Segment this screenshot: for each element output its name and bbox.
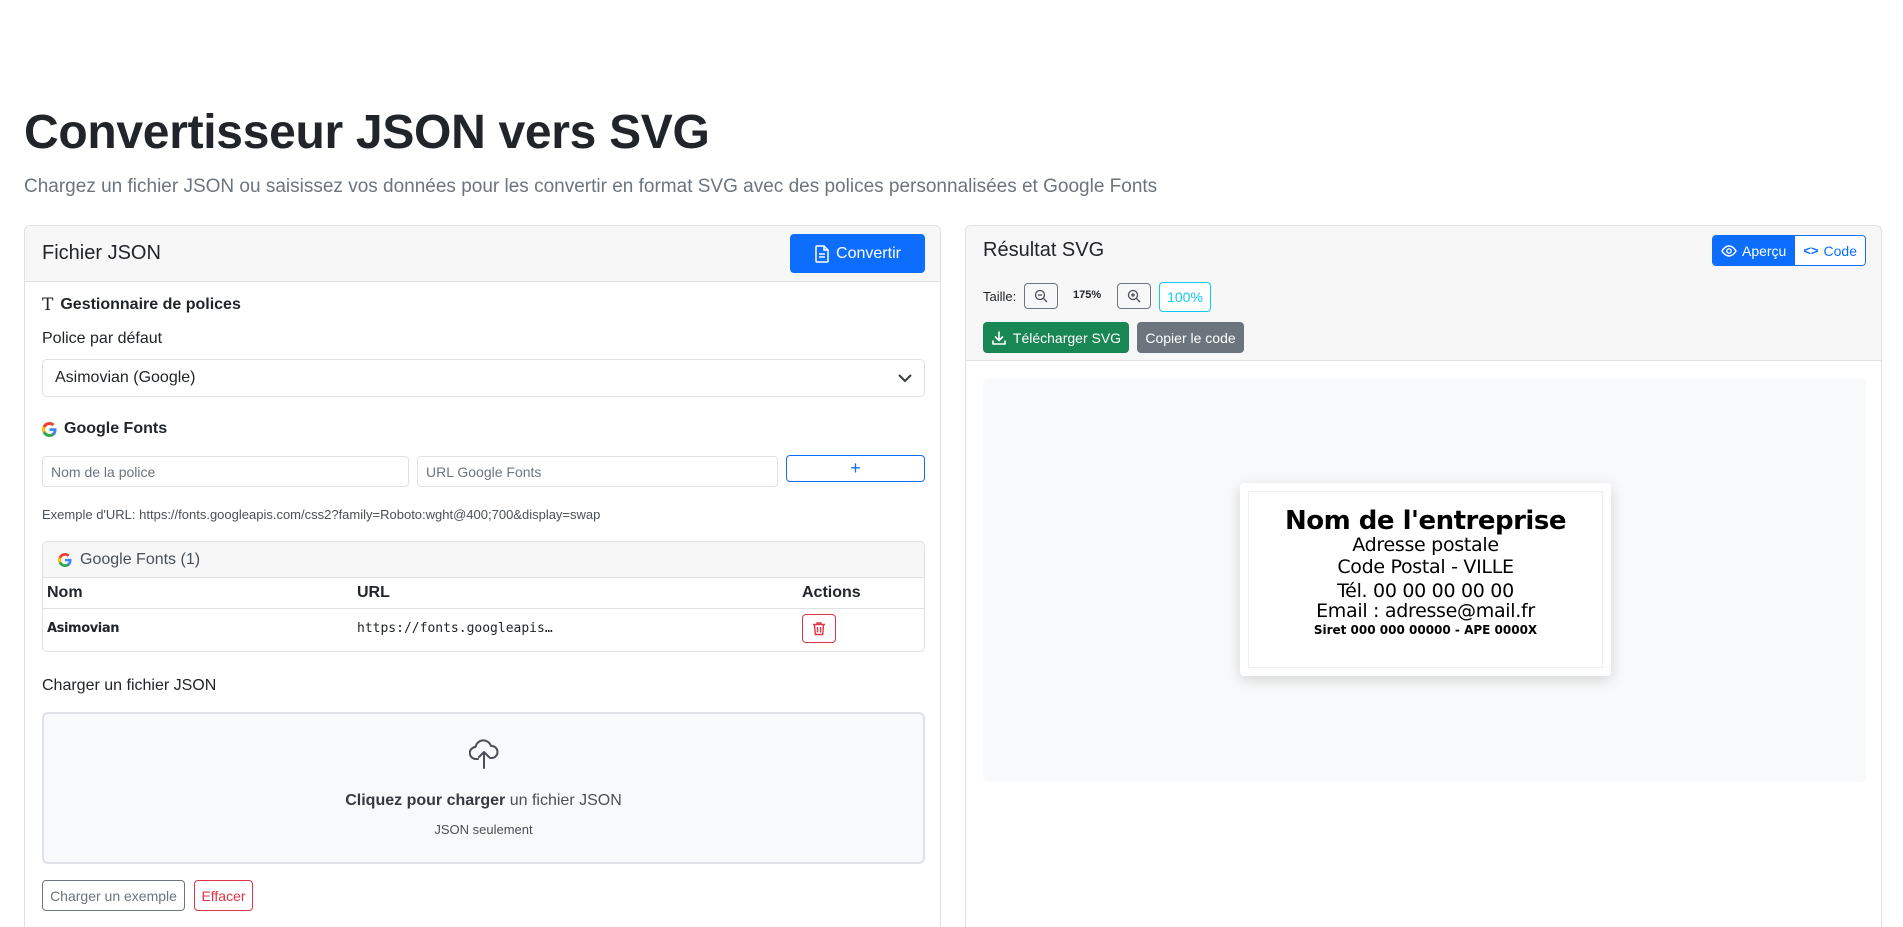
convert-button[interactable]: Convertir — [790, 234, 925, 273]
json-file-card: Fichier JSON Convertir T Gestionnaire de… — [24, 225, 941, 927]
download-icon — [992, 330, 1006, 345]
code-tab-label: Code — [1823, 242, 1857, 259]
font-manager-title: T Gestionnaire de polices — [42, 295, 241, 315]
svg-result-card-header: Résultat SVG Aperçu <> Code Taille: 175% — [966, 226, 1881, 361]
preview-tab[interactable]: Aperçu — [1712, 236, 1795, 265]
svg-email: Email : adresse@mail.fr — [1316, 600, 1535, 622]
upload-label: Charger un fichier JSON — [42, 677, 217, 694]
eye-icon — [1721, 244, 1737, 257]
zoom-out-button[interactable] — [1024, 283, 1058, 309]
svg-result-title: Résultat SVG — [983, 239, 1105, 261]
svg-result-card: Résultat SVG Aperçu <> Code Taille: 175% — [965, 225, 1882, 927]
url-example-hint: Exemple d'URL: https://fonts.googleapis.… — [42, 507, 601, 522]
load-example-button[interactable]: Charger un exemple — [42, 880, 185, 911]
cloud-upload-icon — [469, 739, 499, 769]
preview-tab-label: Aperçu — [1741, 242, 1787, 259]
document-icon — [815, 244, 829, 263]
zoom-reset-button[interactable]: 100% — [1159, 282, 1211, 312]
table-row: Asimovian https://fonts.googleapis… — [43, 609, 924, 649]
google-fonts-count: Google Fonts (1) — [80, 550, 201, 568]
dropzone-bold-text: Cliquez pour charger — [345, 792, 506, 809]
svg-address: Adresse postale — [1352, 534, 1499, 556]
dropzone-plain-text: un fichier JSON — [509, 792, 622, 809]
page-title: Convertisseur JSON vers SVG — [24, 106, 710, 159]
font-actions-cell — [798, 609, 924, 649]
fonts-table: Nom URL Actions Asimovian https://fonts.… — [43, 578, 924, 648]
download-svg-button[interactable]: Télécharger SVG — [983, 322, 1129, 353]
zoom-out-icon — [1034, 289, 1048, 303]
font-url-input[interactable]: URL Google Fonts — [417, 456, 778, 487]
size-label: Taille: — [983, 289, 1017, 304]
view-toggle: Aperçu <> Code — [1711, 235, 1866, 266]
default-font-select[interactable]: Asimovian (Google) — [42, 359, 925, 397]
default-font-label: Police par défaut — [42, 330, 163, 347]
trash-icon — [813, 622, 825, 636]
google-fonts-title: Google Fonts — [42, 420, 167, 438]
download-svg-label: Télécharger SVG — [1012, 329, 1122, 346]
svg-company-name: Nom de l'entreprise — [1285, 506, 1566, 536]
google-fonts-list-header: Google Fonts (1) — [43, 542, 924, 578]
dropzone-text: Cliquez pour charger un fichier JSON — [44, 792, 923, 810]
font-type-icon: T — [42, 295, 54, 315]
svg-siret: Siret 000 000 00000 - APE 0000X — [1313, 623, 1538, 637]
column-header: URL — [353, 578, 798, 609]
svg-preview-area: Nom de l'entreprise Adresse postale Code… — [983, 378, 1866, 782]
code-tab[interactable]: <> Code — [1794, 236, 1865, 265]
column-header: Actions — [798, 578, 924, 609]
dropzone-subtext: JSON seulement — [434, 822, 533, 837]
google-icon — [42, 421, 57, 437]
chevron-down-icon — [898, 373, 912, 382]
font-name-input[interactable]: Nom de la police — [42, 456, 409, 487]
copy-code-button[interactable]: Copier le code — [1137, 322, 1244, 353]
zoom-in-button[interactable] — [1117, 283, 1151, 309]
json-file-card-header: Fichier JSON Convertir — [25, 226, 940, 282]
json-dropzone[interactable]: Cliquez pour charger un fichier JSON JSO… — [42, 712, 925, 864]
add-font-button[interactable]: + — [786, 455, 925, 482]
column-header: Nom — [43, 578, 353, 609]
table-header-row: Nom URL Actions — [43, 578, 924, 609]
google-icon — [58, 552, 72, 567]
delete-font-button[interactable] — [802, 614, 836, 643]
svg-phone: Tél. 00 00 00 00 00 — [1337, 580, 1514, 602]
page-subtitle: Chargez un fichier JSON ou saisissez vos… — [24, 176, 1158, 197]
font-url-cell: https://fonts.googleapis… — [357, 621, 553, 636]
google-fonts-label: Google Fonts — [64, 420, 168, 437]
svg-preview-content: Nom de l'entreprise Adresse postale Code… — [1248, 491, 1603, 668]
font-name-cell: Asimovian — [47, 621, 120, 636]
json-file-title: Fichier JSON — [42, 242, 161, 264]
svg-postal-city: Code Postal - VILLE — [1337, 556, 1514, 578]
default-font-value: Asimovian (Google) — [55, 369, 196, 386]
zoom-in-icon — [1127, 289, 1141, 303]
zoom-value: 175% — [1073, 289, 1102, 301]
svg-preview-card: Nom de l'entreprise Adresse postale Code… — [1240, 483, 1611, 676]
clear-button[interactable]: Effacer — [194, 880, 253, 911]
font-manager-label: Gestionnaire de polices — [60, 296, 241, 313]
google-fonts-list: Google Fonts (1) Nom URL Actions Asimovi… — [42, 541, 925, 652]
code-icon: <> — [1803, 243, 1819, 258]
convert-button-label: Convertir — [836, 244, 901, 262]
